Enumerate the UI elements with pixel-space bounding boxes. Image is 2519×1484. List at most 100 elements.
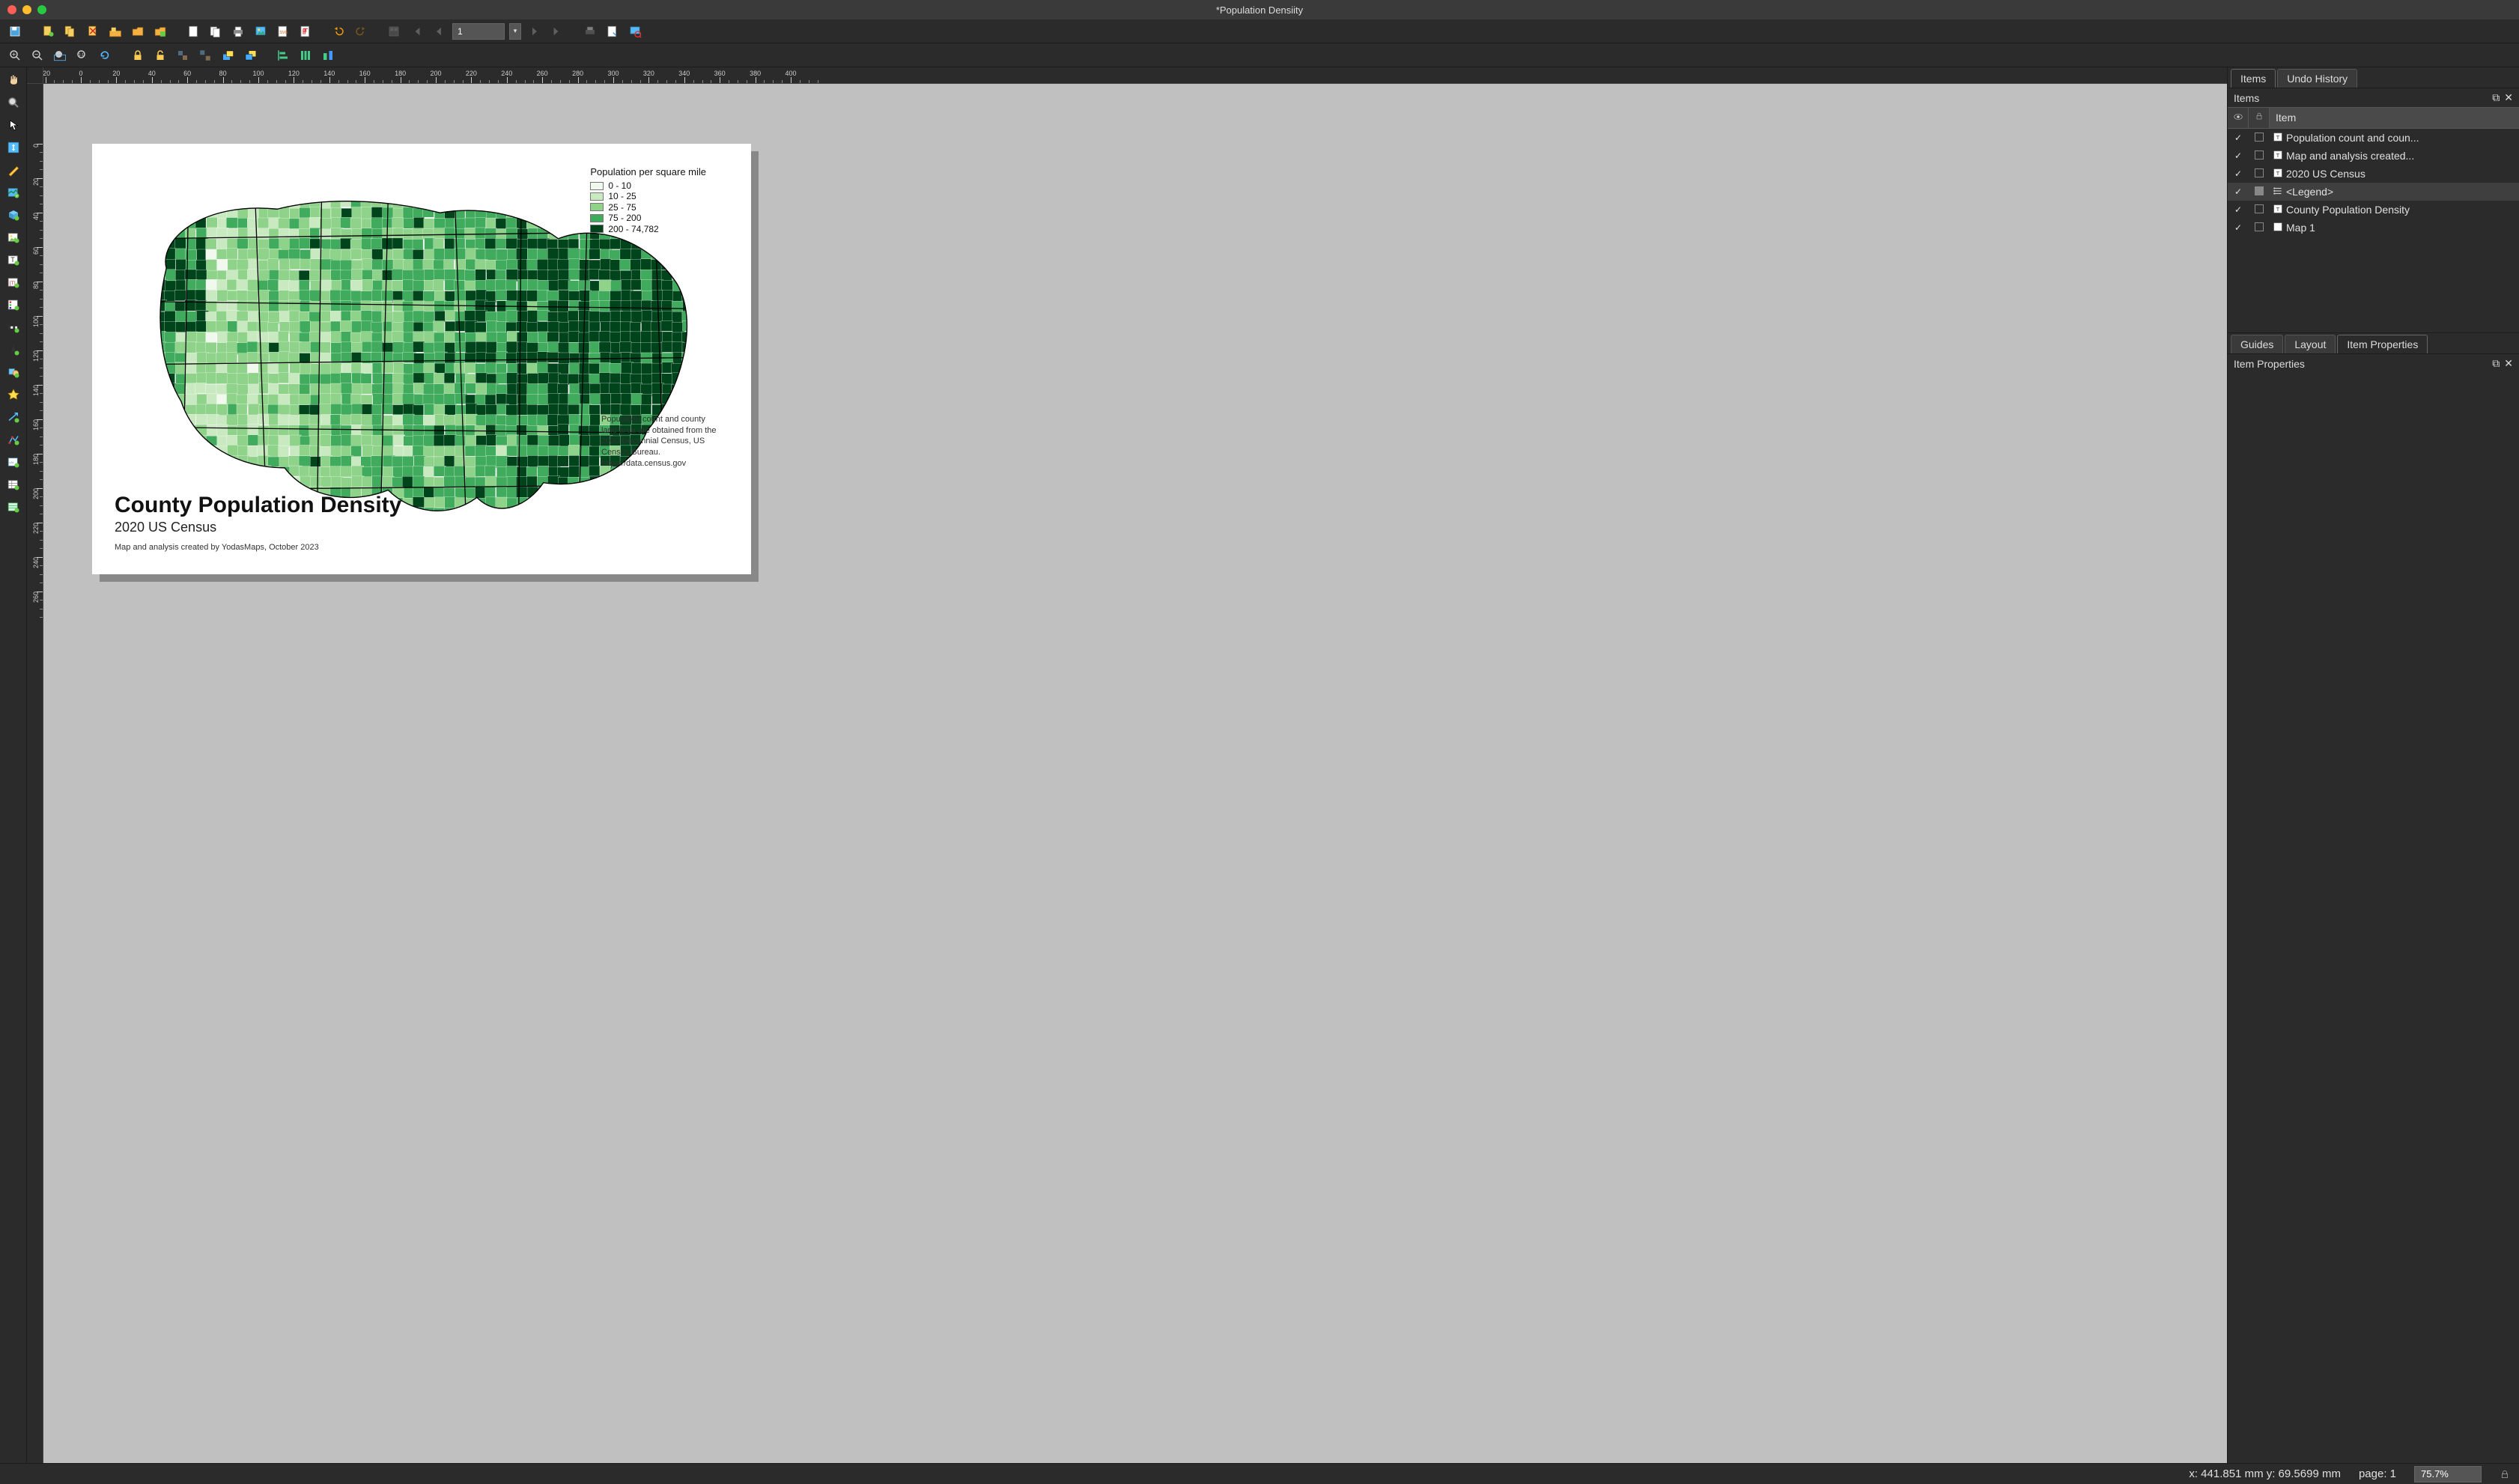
add-dynamic-text-tool[interactable]: [T] [3,273,24,292]
next-feature-button[interactable] [526,22,544,40]
move-content-tool[interactable] [3,138,24,157]
panel-close-icon[interactable]: ✕ [2504,357,2513,370]
close-window-button[interactable] [7,5,16,14]
zoom-level-input[interactable]: 75.7% [2414,1466,2482,1483]
items-list[interactable]: ✓TPopulation count and coun...✓TMap and … [2228,129,2519,332]
add-label-tool[interactable]: T [3,250,24,270]
items-column-header[interactable]: Item [2270,108,2519,128]
panel-detach-icon[interactable]: ⧉ [2492,357,2500,370]
atlas-settings-button[interactable] [385,22,403,40]
first-feature-button[interactable] [407,22,425,40]
lower-button[interactable] [241,46,259,64]
export-atlas-button[interactable] [581,22,599,40]
atlas-export-settings-button[interactable] [604,22,622,40]
item-lock-checkbox[interactable] [2249,150,2270,162]
ruler-vertical[interactable]: 020406080100120140160180200220240260 [27,84,43,1463]
zoom-in-button[interactable] [6,46,24,64]
item-visibility-checkbox[interactable]: ✓ [2228,222,2249,233]
item-row[interactable]: ✓T2020 US Census [2228,165,2519,183]
last-feature-button[interactable] [548,22,566,40]
redo-button[interactable] [352,22,370,40]
align-left-button[interactable] [274,46,292,64]
add-3dmap-tool[interactable] [3,205,24,225]
item-visibility-checkbox[interactable]: ✓ [2228,204,2249,215]
delete-layout-button[interactable] [84,22,102,40]
export-image-button[interactable] [252,22,270,40]
tab-item-properties[interactable]: Item Properties [2337,335,2428,353]
add-picture-tool[interactable] [3,228,24,247]
zoom-lock-icon[interactable] [2500,1469,2510,1480]
preview-atlas-button[interactable] [626,22,644,40]
new-layout-button[interactable] [39,22,57,40]
tab-items[interactable]: Items [2231,69,2276,88]
add-node-item-tool[interactable] [3,430,24,449]
item-visibility-checkbox[interactable]: ✓ [2228,133,2249,143]
item-row[interactable]: ✓TMap and analysis created... [2228,147,2519,165]
source-text-item[interactable]: Population count and county land area ar… [601,414,721,469]
edit-nodes-tool[interactable] [3,160,24,180]
ruler-horizontal[interactable]: -200204060801001201401601802002202402602… [43,67,2227,84]
atlas-page-input[interactable] [452,23,505,40]
maximize-window-button[interactable] [37,5,46,14]
add-fixed-table-tool[interactable] [3,497,24,517]
add-map-tool[interactable]: + [3,183,24,202]
item-lock-checkbox[interactable] [2249,168,2270,180]
export-svg-button[interactable]: SVG [274,22,292,40]
atlas-page-spinner[interactable]: ▾ [509,23,521,40]
ungroup-button[interactable] [196,46,214,64]
add-attr-table-tool[interactable] [3,475,24,494]
item-lock-checkbox[interactable] [2249,204,2270,216]
refresh-button[interactable] [96,46,114,64]
item-row[interactable]: ✓TCounty Population Density [2228,201,2519,219]
tab-guides[interactable]: Guides [2231,335,2283,353]
resize-button[interactable] [319,46,337,64]
unlock-items-button[interactable] [151,46,169,64]
item-lock-checkbox[interactable] [2249,186,2270,198]
open-button[interactable] [129,22,147,40]
open-project-button[interactable] [151,22,169,40]
add-pages-button[interactable] [207,22,225,40]
export-pdf-button[interactable] [297,22,315,40]
zoom-full-button[interactable] [51,46,69,64]
layout-settings-button[interactable] [184,22,202,40]
item-lock-checkbox[interactable] [2249,133,2270,144]
panel-close-icon[interactable]: ✕ [2504,91,2513,104]
zoom-tool[interactable] [3,93,24,112]
undo-button[interactable] [329,22,347,40]
add-legend-tool[interactable] [3,295,24,314]
item-row[interactable]: ✓TPopulation count and coun... [2228,129,2519,147]
add-arrow-tool[interactable] [3,407,24,427]
item-row[interactable]: ✓Map 1 [2228,219,2519,237]
pan-tool[interactable] [3,70,24,90]
prev-feature-button[interactable] [430,22,448,40]
raise-button[interactable] [219,46,237,64]
print-button[interactable] [229,22,247,40]
duplicate-layout-button[interactable] [61,22,79,40]
legend-item[interactable]: Population per square mile 0 - 1010 - 25… [590,166,706,234]
panel-detach-icon[interactable]: ⧉ [2492,91,2500,104]
zoom-100-button[interactable]: 1:1 [73,46,91,64]
layout-viewport[interactable]: Population per square mile 0 - 1010 - 25… [43,84,2227,1463]
save-button[interactable] [6,22,24,40]
layout-manager-button[interactable] [106,22,124,40]
item-row[interactable]: ✓<Legend> [2228,183,2519,201]
layout-page[interactable]: Population per square mile 0 - 1010 - 25… [92,144,751,574]
group-button[interactable] [174,46,192,64]
minimize-window-button[interactable] [22,5,31,14]
select-tool[interactable] [3,115,24,135]
add-north-arrow-tool[interactable] [3,340,24,359]
zoom-out-button[interactable] [28,46,46,64]
tab-layout[interactable]: Layout [2285,335,2336,353]
item-visibility-checkbox[interactable]: ✓ [2228,150,2249,161]
item-visibility-checkbox[interactable]: ✓ [2228,186,2249,197]
item-lock-checkbox[interactable] [2249,222,2270,234]
credit-text-item[interactable]: Map and analysis created by YodasMaps, O… [115,543,319,552]
subtitle-text-item[interactable]: 2020 US Census [115,520,216,535]
lock-items-button[interactable] [129,46,147,64]
tab-undo-history[interactable]: Undo History [2277,69,2357,88]
title-text-item[interactable]: County Population Density [115,493,401,518]
add-marker-tool[interactable] [3,385,24,404]
add-shape-tool[interactable] [3,362,24,382]
add-scalebar-tool[interactable] [3,317,24,337]
distribute-button[interactable] [297,46,315,64]
